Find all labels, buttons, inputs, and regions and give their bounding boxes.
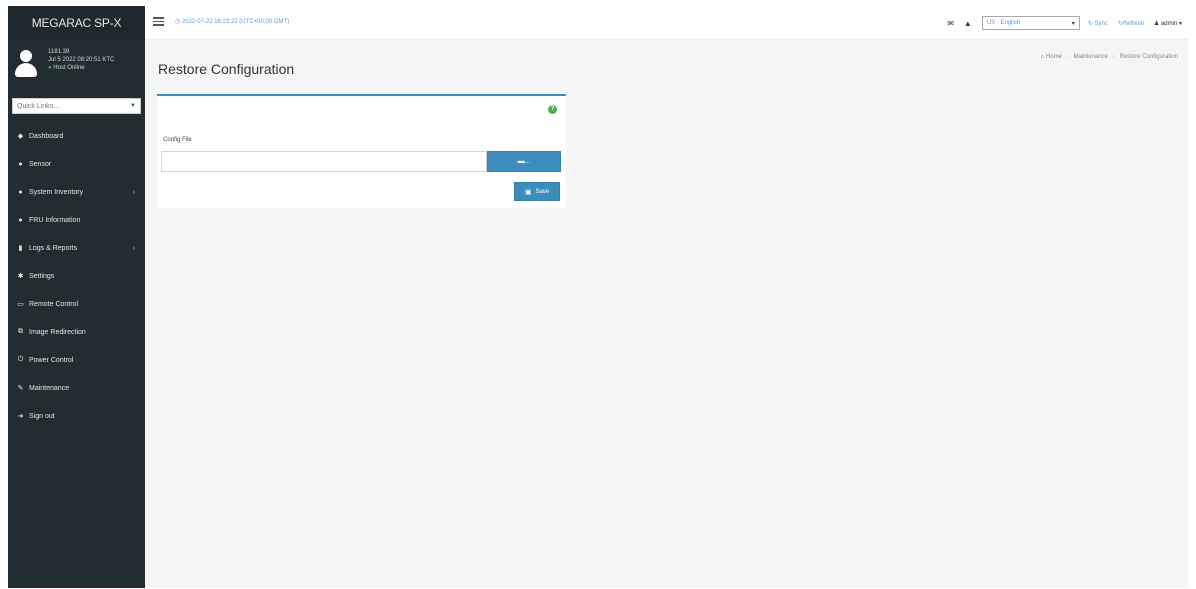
user-icon: ♟ bbox=[1153, 20, 1160, 27]
sidebar-item-image-redirection[interactable]: ⧉ Image Redirection bbox=[8, 318, 145, 346]
page-title: Restore Configuration bbox=[158, 61, 295, 77]
sidebar: MEGARAC SP-X 1181.39 Jul 5 2022 08:20:51… bbox=[8, 6, 145, 588]
alert-icon[interactable]: ▲ bbox=[964, 19, 972, 28]
sidebar-item-label: System Inventory bbox=[29, 188, 84, 196]
sidebar-item-fru-information[interactable]: ● FRU Information bbox=[8, 206, 145, 234]
save-icon: ▣ bbox=[524, 188, 532, 196]
chevron-right-icon: › bbox=[132, 244, 135, 252]
sidebar-item-label: Remote Control bbox=[29, 300, 79, 308]
user-info-line1: 1181.39 bbox=[48, 49, 70, 55]
browse-label: ... bbox=[524, 158, 531, 165]
folder-icon: ▬ bbox=[517, 158, 525, 165]
sidebar-item-label: Maintenance bbox=[29, 384, 70, 392]
top-right-controls: ✉ ▲ US - English ▾ ↻ Sync ↻Refresh ♟ adm… bbox=[947, 13, 1182, 33]
quick-links-select[interactable]: Quick Links... ▼ bbox=[12, 98, 141, 114]
chevron-right-icon: › bbox=[132, 188, 135, 196]
remote-control-icon: ▭ bbox=[17, 301, 24, 308]
fru-icon: ● bbox=[18, 216, 23, 224]
sidebar-item-sensor[interactable]: ● Sensor bbox=[8, 150, 145, 178]
sync-icon: ↻ bbox=[1087, 20, 1093, 27]
status-dot-icon: ● bbox=[48, 65, 52, 71]
save-button[interactable]: ▣ Save bbox=[514, 182, 560, 201]
top-bar: ◷ 2022-07-22 16:23:22 (UTC+00:00 GMT) ✉ … bbox=[145, 6, 1188, 40]
sidebar-item-label: Settings bbox=[29, 272, 55, 280]
sidebar-item-settings[interactable]: ✱ Settings bbox=[8, 262, 145, 290]
breadcrumb-current: Restore Configuration bbox=[1119, 54, 1178, 60]
save-label: Save bbox=[535, 188, 550, 195]
refresh-label: Refresh bbox=[1122, 20, 1144, 27]
breadcrumb-home[interactable]: Home bbox=[1046, 54, 1062, 60]
sensor-icon: ● bbox=[18, 160, 23, 168]
brand-logo[interactable]: MEGARAC SP-X bbox=[8, 6, 145, 40]
chevron-down-icon: ▾ bbox=[1178, 20, 1182, 27]
bmc-datetime: ◷ 2022-07-22 16:23:22 (UTC+00:00 GMT) bbox=[175, 18, 289, 25]
sidebar-item-dashboard[interactable]: ◆ Dashboard bbox=[8, 122, 145, 150]
user-info: 1181.39 Jul 5 2022 08:20:51 KTC ● Host O… bbox=[48, 48, 114, 90]
sidebar-item-logs-reports[interactable]: ▮ Logs & Reports › bbox=[8, 234, 145, 262]
datetime-text: 2022-07-22 16:23:22 (UTC+00:00 GMT) bbox=[181, 19, 290, 25]
menu-toggle-icon[interactable] bbox=[153, 17, 164, 26]
inventory-icon: ● bbox=[18, 188, 23, 196]
sidebar-item-label: Sensor bbox=[29, 160, 52, 168]
breadcrumb-section[interactable]: Maintenance bbox=[1074, 54, 1108, 60]
clock-icon: ◷ bbox=[175, 19, 181, 25]
sidebar-item-system-inventory[interactable]: ● System Inventory › bbox=[8, 178, 145, 206]
sidebar-menu: ◆ Dashboard ● Sensor ● System Inventory › ● F… bbox=[8, 122, 145, 430]
config-file-input[interactable] bbox=[161, 151, 487, 172]
host-status-label: Host Online bbox=[53, 65, 85, 71]
sidebar-item-label: Dashboard bbox=[29, 132, 64, 140]
restore-config-panel: ? Config File ▬... ▣ Save bbox=[157, 94, 566, 208]
sidebar-item-maintenance[interactable]: ✎ Maintenance bbox=[8, 374, 145, 402]
language-select[interactable]: US - English ▾ bbox=[981, 16, 1080, 30]
home-icon: ⌂ bbox=[1040, 54, 1045, 60]
language-selected: US - English bbox=[986, 20, 1021, 26]
browse-button[interactable]: ▬... bbox=[487, 151, 561, 172]
logs-icon: ▮ bbox=[18, 245, 23, 252]
user-menu[interactable]: ♟ admin ▾ bbox=[1154, 20, 1182, 27]
sidebar-item-remote-control[interactable]: ▭ Remote Control bbox=[8, 290, 145, 318]
sidebar-item-label: FRU Information bbox=[29, 216, 81, 224]
dashboard-icon: ◆ bbox=[17, 133, 24, 140]
user-menu-label: admin bbox=[1160, 20, 1178, 27]
sidebar-item-label: Logs & Reports bbox=[29, 244, 78, 252]
power-icon: ⏻ bbox=[17, 356, 24, 363]
refresh-link[interactable]: ↻Refresh bbox=[1118, 20, 1144, 27]
chevron-down-icon: ▼ bbox=[130, 103, 136, 109]
sync-label: Sync bbox=[1094, 20, 1108, 27]
help-icon[interactable]: ? bbox=[548, 105, 557, 114]
sign-out-icon: ➜ bbox=[17, 413, 24, 420]
sidebar-item-label: Power Control bbox=[29, 356, 74, 364]
user-avatar-icon bbox=[14, 50, 38, 80]
wrench-icon: ✎ bbox=[17, 385, 24, 392]
user-panel: 1181.39 Jul 5 2022 08:20:51 KTC ● Host O… bbox=[8, 40, 145, 90]
user-info-line2: Jul 5 2022 08:20:51 KTC bbox=[48, 57, 115, 63]
breadcrumb: ⌂ Home › Maintenance › Restore Configurati… bbox=[1040, 54, 1178, 60]
sidebar-item-label: Sign out bbox=[29, 412, 55, 420]
config-file-label: Config File bbox=[163, 137, 192, 143]
sidebar-item-label: Image Redirection bbox=[29, 328, 86, 336]
sidebar-item-sign-out[interactable]: ➜ Sign out bbox=[8, 402, 145, 430]
chevron-down-icon: ▾ bbox=[1071, 20, 1075, 27]
settings-icon: ✱ bbox=[17, 273, 24, 280]
sync-link[interactable]: ↻ Sync bbox=[1088, 20, 1108, 27]
image-redirection-icon: ⧉ bbox=[18, 328, 23, 335]
notifications-icon[interactable]: ✉ bbox=[947, 19, 954, 28]
sidebar-item-power-control[interactable]: ⏻ Power Control bbox=[8, 346, 145, 374]
host-status: ● Host Online bbox=[48, 64, 114, 72]
quick-links-label: Quick Links... bbox=[17, 102, 60, 110]
